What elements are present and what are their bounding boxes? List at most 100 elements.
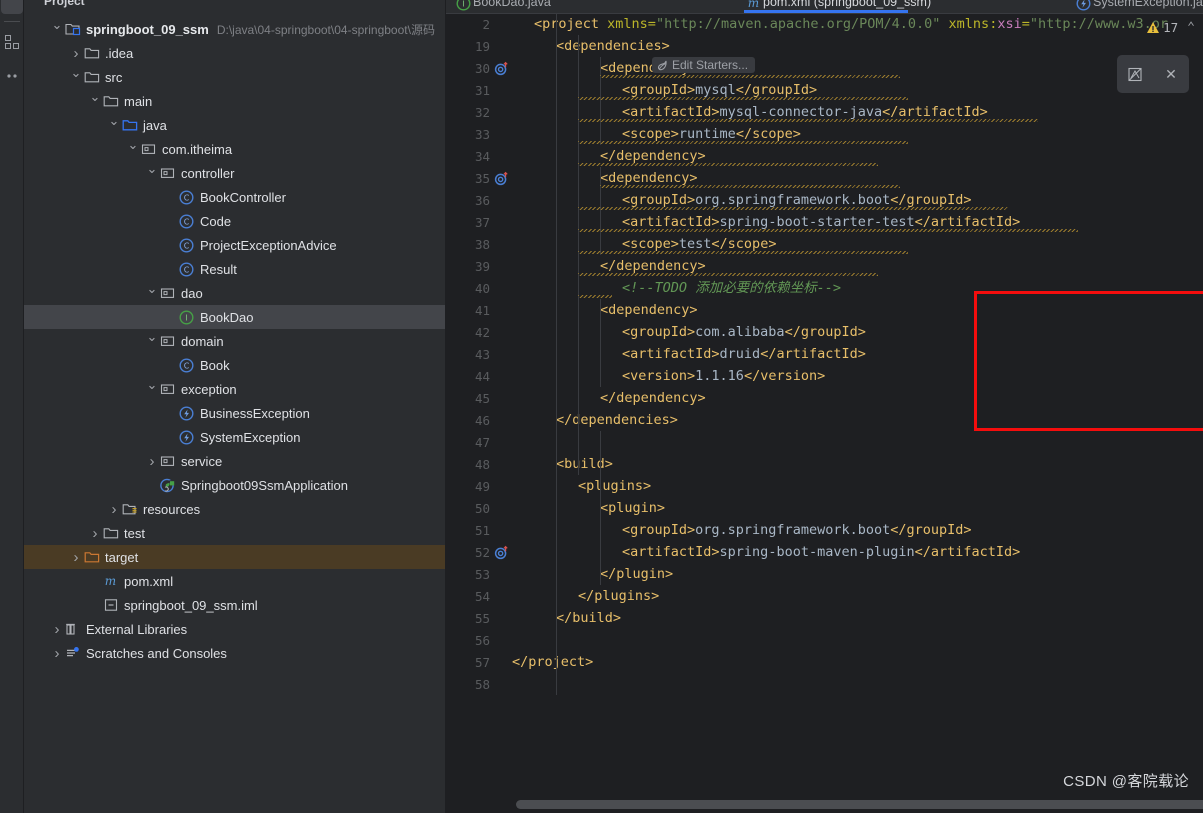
code-line[interactable]: </dependency> [512, 387, 706, 409]
tree-item-src[interactable]: src [24, 65, 445, 89]
code-line[interactable]: <artifactId>druid</artifactId> [512, 343, 866, 365]
maven-dependency-gutter-icon[interactable] [492, 544, 510, 560]
chevron-right-icon[interactable] [88, 521, 102, 545]
tree-item-book[interactable]: C Book [24, 353, 445, 377]
horizontal-scrollbar-thumb[interactable] [516, 800, 1203, 809]
tree-item-scratches-and-consoles[interactable]: Scratches and Consoles [24, 641, 445, 665]
gutter-line[interactable]: 57 [446, 651, 512, 673]
tree-item-result[interactable]: C Result [24, 257, 445, 281]
gutter-line[interactable]: 33 [446, 123, 512, 145]
code-line[interactable]: </project> [512, 651, 593, 673]
gutter-line[interactable]: 45 [446, 387, 512, 409]
code-line[interactable]: <plugins> [512, 475, 651, 497]
editor-tab[interactable]: I BookDao.java [456, 0, 551, 13]
chevron-right-icon[interactable] [107, 497, 121, 521]
tree-item-main[interactable]: main [24, 89, 445, 113]
code-line[interactable]: <build> [512, 453, 613, 475]
gutter-line[interactable]: 34 [446, 145, 512, 167]
code-line[interactable]: <plugin> [512, 497, 665, 519]
code-line[interactable]: <groupId>org.springframework.boot</group… [512, 519, 972, 541]
tree-item-test[interactable]: test [24, 521, 445, 545]
gutter-line[interactable]: 51 [446, 519, 512, 541]
chevron-right-icon[interactable] [145, 449, 159, 473]
gutter-line[interactable]: 55 [446, 607, 512, 629]
gutter-line[interactable]: 41 [446, 299, 512, 321]
code-line[interactable]: <groupId>com.alibaba</groupId> [512, 321, 866, 343]
code-line[interactable]: </plugin> [512, 563, 673, 585]
tree-item-exception[interactable]: exception [24, 377, 445, 401]
gutter-line[interactable]: 58 [446, 673, 512, 695]
tree-item-target[interactable]: target [24, 545, 445, 569]
gutter-line[interactable]: 44 [446, 365, 512, 387]
gutter-line[interactable]: 46 [446, 409, 512, 431]
more-tool-windows-icon[interactable] [2, 66, 22, 86]
code-line[interactable]: </plugins> [512, 585, 659, 607]
floating-editor-panel[interactable]: ✕ [1117, 55, 1189, 93]
gutter-line[interactable]: 47 [446, 431, 512, 453]
editor-gutter[interactable]: 2 19 30 31 32 33 34 35 36 37 38 39 40 41 42 43 44 45 46 4… [446, 13, 512, 795]
project-tree[interactable]: springboot_09_ssm D:\java\04-springboot\0… [24, 17, 445, 665]
code-area[interactable]: 2 19 30 31 32 33 34 35 36 37 38 39 40 41 42 43 44 45 46 4… [446, 13, 1203, 795]
tree-item-bookcontroller[interactable]: C BookController [24, 185, 445, 209]
maven-dependency-gutter-icon[interactable] [492, 60, 510, 76]
gutter-line[interactable]: 54 [446, 585, 512, 607]
gutter-line[interactable]: 52 [446, 541, 512, 563]
gutter-line[interactable]: 35 [446, 167, 512, 189]
gutter-line[interactable]: 53 [446, 563, 512, 585]
tree-item-pom-xml[interactable]: m pom.xml [24, 569, 445, 593]
gutter-line[interactable]: 30 [446, 57, 512, 79]
tree-item-idea[interactable]: .idea [24, 41, 445, 65]
code-line[interactable]: <artifactId>spring-boot-maven-plugin</ar… [512, 541, 1020, 563]
code-line[interactable]: </dependencies> [512, 409, 678, 431]
gutter-line[interactable]: 32 [446, 101, 512, 123]
gutter-line[interactable]: 50 [446, 497, 512, 519]
chevron-down-icon[interactable] [145, 329, 159, 353]
editor-tab[interactable]: m pom.xml (springboot_09_ssm) [746, 0, 931, 13]
code-line[interactable]: <!--TODO 添加必要的依赖坐标--> [512, 277, 841, 299]
tree-item-resources[interactable]: resources [24, 497, 445, 521]
gutter-line[interactable]: 40 [446, 277, 512, 299]
code-lines[interactable]: <project xmlns="http://maven.apache.org/… [512, 13, 1203, 795]
tree-item-bookdao[interactable]: I BookDao [24, 305, 445, 329]
tree-item-businessexception[interactable]: BusinessException [24, 401, 445, 425]
tree-item-service[interactable]: service [24, 449, 445, 473]
code-line[interactable]: <project xmlns="http://maven.apache.org/… [512, 13, 1168, 35]
gutter-line[interactable]: 56 [446, 629, 512, 651]
tree-item-springboot09ssmapplication[interactable]: Springboot09SsmApplication [24, 473, 445, 497]
edit-starters-badge[interactable]: Edit Starters... [652, 57, 756, 73]
chevron-down-icon[interactable] [126, 137, 140, 161]
inspection-widget[interactable]: 17 ⌃ [1146, 20, 1195, 35]
project-tool-window-button[interactable] [0, 0, 23, 14]
chevron-right-icon[interactable] [69, 545, 83, 569]
tree-item-java[interactable]: java [24, 113, 445, 137]
close-icon[interactable]: ✕ [1160, 63, 1182, 85]
gutter-line[interactable]: 49 [446, 475, 512, 497]
tree-item-code[interactable]: C Code [24, 209, 445, 233]
chevron-down-icon[interactable] [88, 89, 102, 113]
chevron-up-icon[interactable]: ⌃ [1187, 20, 1195, 35]
maven-dependency-gutter-icon[interactable] [492, 170, 510, 186]
chevron-right-icon[interactable] [50, 641, 64, 665]
code-line[interactable]: <version>1.1.16</version> [512, 365, 825, 387]
gutter-line[interactable]: 31 [446, 79, 512, 101]
tree-item-dao[interactable]: dao [24, 281, 445, 305]
gutter-line[interactable]: 48 [446, 453, 512, 475]
tree-item-springboot-09-ssm[interactable]: springboot_09_ssm D:\java\04-springboot\0… [24, 17, 445, 41]
tree-item-systemexception[interactable]: SystemException [24, 425, 445, 449]
chevron-right-icon[interactable] [50, 617, 64, 641]
chevron-down-icon[interactable] [107, 113, 121, 137]
tree-item-domain[interactable]: domain [24, 329, 445, 353]
horizontal-scrollbar-track[interactable] [512, 795, 1203, 813]
gutter-line[interactable]: 38 [446, 233, 512, 255]
gutter-line[interactable]: 43 [446, 343, 512, 365]
gutter-line[interactable]: 39 [446, 255, 512, 277]
structure-tool-icon[interactable] [2, 32, 22, 52]
gutter-line[interactable]: 36 [446, 189, 512, 211]
chevron-down-icon[interactable] [145, 281, 159, 305]
chevron-down-icon[interactable] [145, 377, 159, 401]
gutter-line[interactable]: 37 [446, 211, 512, 233]
code-line[interactable]: <dependency> [512, 299, 698, 321]
editor-tab[interactable]: SystemException.java [1076, 0, 1203, 13]
gutter-line[interactable]: 19 [446, 35, 512, 57]
tree-item-springboot-09-ssm-iml[interactable]: springboot_09_ssm.iml [24, 593, 445, 617]
